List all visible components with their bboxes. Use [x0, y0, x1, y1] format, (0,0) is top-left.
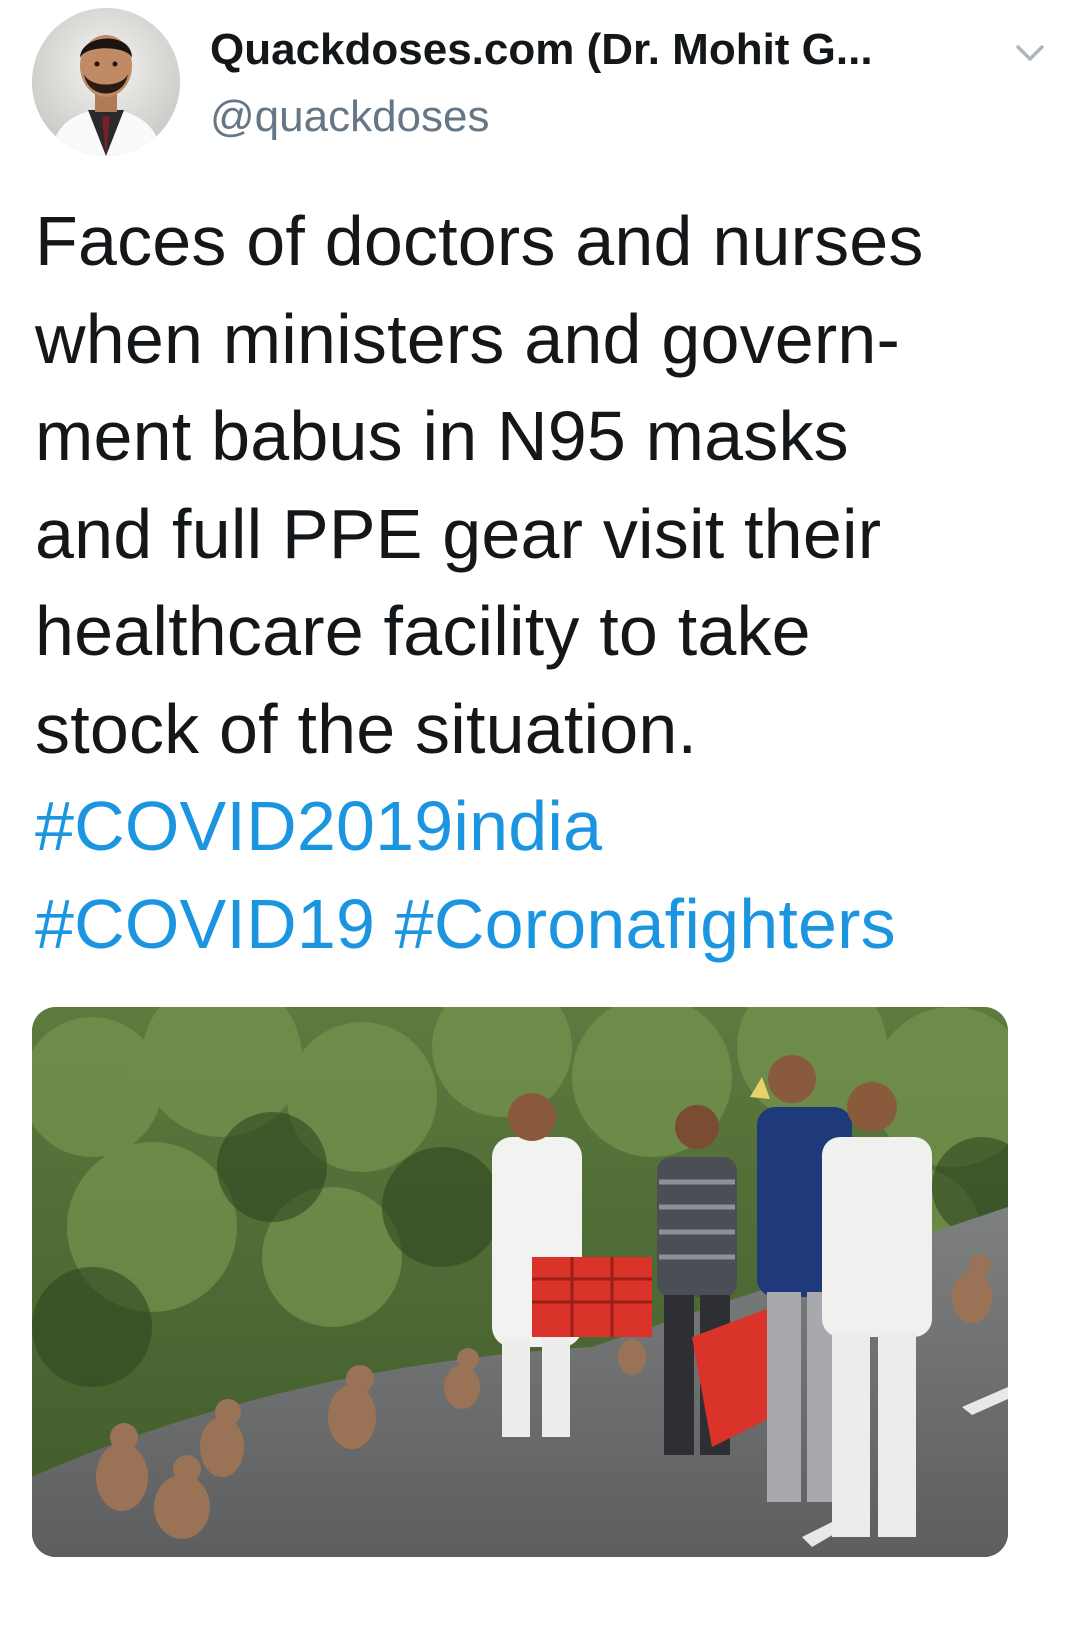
- chevron-down-icon: [1016, 45, 1044, 61]
- tweet-text-line: when ministers and govern-: [35, 299, 901, 378]
- tweet-text-line: stock of the situation.: [35, 689, 698, 768]
- avatar-photo-icon: [32, 8, 180, 156]
- photo-men-feeding-monkeys-icon: [32, 1007, 1008, 1557]
- hashtag-coronafighters[interactable]: #Coronafighters: [395, 885, 896, 963]
- hashtag-covid2019india[interactable]: #COVID2019india: [35, 787, 602, 865]
- hashtag-line: #COVID19 #Coronafighters: [35, 876, 1045, 974]
- tweet-photo[interactable]: [32, 1007, 1008, 1557]
- author-handle[interactable]: @quackdoses: [210, 86, 970, 148]
- tweet-menu-button[interactable]: [1010, 34, 1050, 74]
- tweet-text-line: ment babus in N95 masks: [35, 397, 849, 475]
- hashtag-line: #COVID2019india: [35, 778, 1045, 876]
- tweet-text-line: healthcare facility to take: [35, 592, 811, 670]
- tweet-card: Quackdoses.com (Dr. Mohit G... @quackdos…: [0, 0, 1080, 1630]
- tweet-text: Faces of doctors and nurses when ministe…: [35, 193, 1045, 973]
- avatar[interactable]: [32, 8, 180, 156]
- author-names: Quackdoses.com (Dr. Mohit G... @quackdos…: [210, 20, 970, 148]
- tweet-text-line: and full PPE gear visit their: [35, 494, 882, 573]
- tweet-header: Quackdoses.com (Dr. Mohit G... @quackdos…: [32, 8, 1048, 158]
- hashtag-covid19[interactable]: #COVID19: [35, 885, 375, 963]
- tweet-text-line: Faces of doctors and nurses: [35, 202, 924, 280]
- author-display-name[interactable]: Quackdoses.com (Dr. Mohit G...: [210, 20, 970, 80]
